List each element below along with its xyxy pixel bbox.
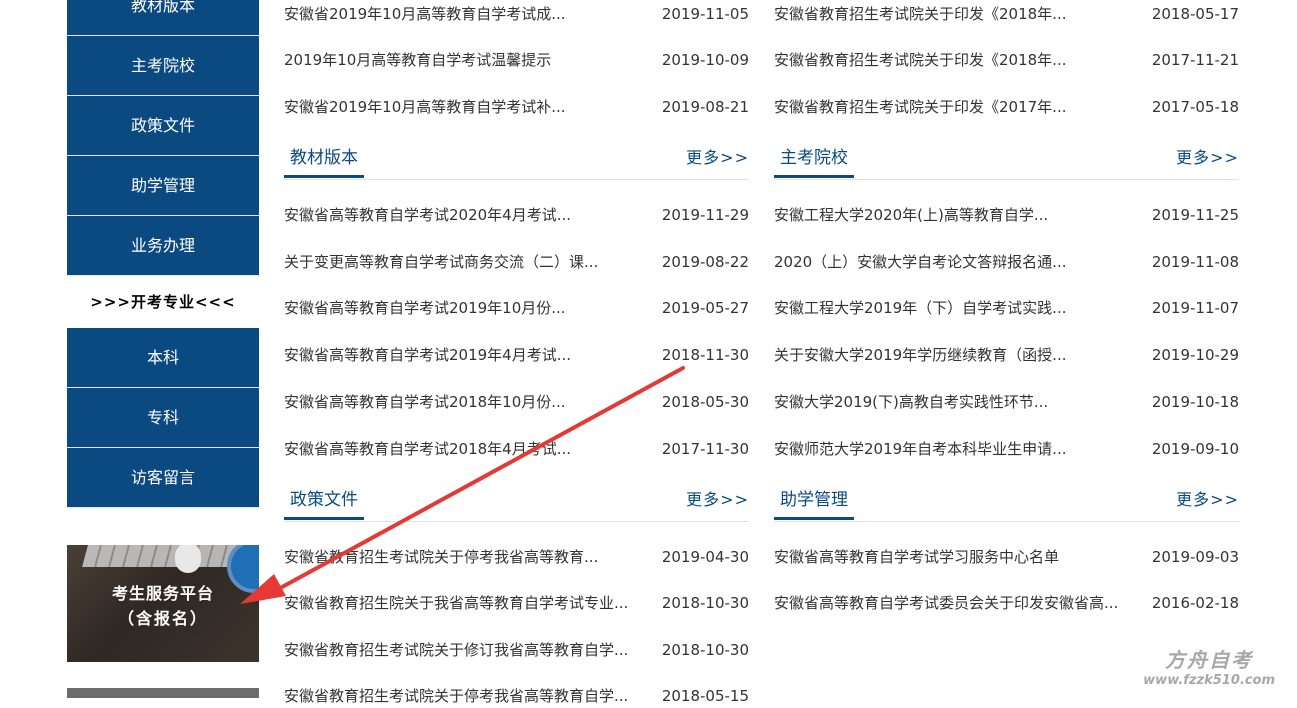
list-item[interactable]: 安徽省2019年10月高等教育自学考试补... 2019-08-21 <box>284 95 749 119</box>
section-header-zhengce: 政策文件 更多>> <box>284 479 749 522</box>
more-link[interactable]: 更多>> <box>1176 141 1239 175</box>
section-header-zhuxue: 助学管理 更多>> <box>774 479 1239 522</box>
list-item[interactable]: 安徽省高等教育自学考试2020年4月考试... 2019-11-29 <box>284 203 749 227</box>
next-banner-edge[interactable] <box>67 688 259 698</box>
list-item[interactable]: 安徽省高等教育自学考试2018年10月份... 2018-05-30 <box>284 390 749 414</box>
list-item[interactable]: 安徽大学2019(下)高教自考实践性环节... 2019-10-18 <box>774 390 1239 414</box>
list-item[interactable]: 安徽省高等教育自学考试学习服务中心名单 2019-09-03 <box>774 545 1239 569</box>
mouse-image <box>175 545 201 573</box>
more-link[interactable]: 更多>> <box>686 483 749 517</box>
list-item[interactable]: 安徽工程大学2019年（下）自学考试实践... 2019-11-07 <box>774 296 1239 320</box>
sidebar-item-zhengce[interactable]: 政策文件 <box>67 96 259 156</box>
sidebar-heading-majors: >>>开考专业<<< <box>90 293 236 311</box>
student-service-banner[interactable]: 考生服务平台 （含报名） <box>67 545 259 662</box>
section-header-zhukao: 主考院校 更多>> <box>774 137 1239 180</box>
section-title[interactable]: 政策文件 <box>284 483 364 520</box>
list-item[interactable]: 安徽省教育招生考试院关于停考我省高等教育自学... 2018-05-15 <box>284 684 749 708</box>
section-title[interactable]: 教材版本 <box>284 141 364 178</box>
watermark-brand: 方舟自考 <box>1165 648 1254 672</box>
sidebar-item-zhukao[interactable]: 主考院校 <box>67 36 259 96</box>
list-item[interactable]: 安徽省教育招生考试院关于印发《2018年... 2017-11-21 <box>774 48 1239 72</box>
left-column: 安徽省2019年10月高等教育自学考试成... 2019-11-05 2019年1… <box>284 0 749 705</box>
right-column: 安徽省教育招生考试院关于印发《2018年... 2018-05-17 安徽省教育招… <box>774 0 1239 696</box>
list-item[interactable]: 关于安徽大学2019年学历继续教育（函授... 2019-10-29 <box>774 343 1239 367</box>
list-item[interactable]: 安徽省教育招生院关于我省高等教育自学考试专业... 2018-10-30 <box>284 591 749 615</box>
list-item[interactable]: 安徽省教育招生考试院关于修订我省高等教育自学... 2018-10-30 <box>284 638 749 662</box>
list-item[interactable]: 安徽省高等教育自学考试委员会关于印发安徽省高... 2016-02-18 <box>774 591 1239 615</box>
list-item[interactable]: 安徽师范大学2019年自考本科毕业生申请... 2019-09-10 <box>774 437 1239 461</box>
more-link[interactable]: 更多>> <box>1176 483 1239 517</box>
list-item[interactable]: 安徽工程大学2020年(上)高等教育自学... 2019-11-25 <box>774 203 1239 227</box>
banner-title: 考生服务平台 <box>111 584 214 603</box>
sidebar-item-zhuxue[interactable]: 助学管理 <box>67 156 259 216</box>
keyboard-image <box>82 545 238 567</box>
list-item[interactable]: 关于变更高等教育自学考试商务交流（二）课... 2019-08-22 <box>284 250 749 274</box>
sidebar: 教材版本 主考院校 政策文件 助学管理 业务办理 >>>开考专业<<< 本科 专… <box>67 0 259 508</box>
section-title[interactable]: 助学管理 <box>774 483 854 520</box>
more-link[interactable]: 更多>> <box>686 141 749 175</box>
watermark-url: www.fzzk510.com <box>1143 673 1275 688</box>
list-item[interactable]: 2019年10月高等教育自学考试温馨提示 2019-10-09 <box>284 48 749 72</box>
section-header-jiaocai: 教材版本 更多>> <box>284 137 749 180</box>
list-item[interactable]: 安徽省高等教育自学考试2019年4月考试... 2018-11-30 <box>284 343 749 367</box>
sidebar-item-jiaocai[interactable]: 教材版本 <box>67 0 259 36</box>
list-item[interactable]: 安徽省教育招生考试院关于印发《2017年... 2017-05-18 <box>774 95 1239 119</box>
list-item[interactable]: 安徽省2019年10月高等教育自学考试成... 2019-11-05 <box>284 2 749 26</box>
list-item[interactable]: 安徽省高等教育自学考试2018年4月考试... 2017-11-30 <box>284 437 749 461</box>
sidebar-item-benke[interactable]: 本科 <box>67 328 259 388</box>
sidebar-item-guestbook[interactable]: 访客留言 <box>67 448 259 508</box>
list-item[interactable]: 2020（上）安徽大学自考论文答辩报名通... 2019-11-08 <box>774 250 1239 274</box>
section-title[interactable]: 主考院校 <box>774 141 854 178</box>
sidebar-item-yewu[interactable]: 业务办理 <box>67 216 259 276</box>
list-item[interactable]: 安徽省教育招生考试院关于印发《2018年... 2018-05-17 <box>774 2 1239 26</box>
sidebar-item-zhuanke[interactable]: 专科 <box>67 388 259 448</box>
banner-subtitle: （含报名） <box>117 609 208 628</box>
list-item[interactable]: 安徽省高等教育自学考试2019年10月份... 2019-05-27 <box>284 296 749 320</box>
site-watermark: 方舟自考 www.fzzk510.com <box>1143 644 1275 688</box>
list-item[interactable]: 安徽省教育招生考试院关于停考我省高等教育... 2019-04-30 <box>284 545 749 569</box>
